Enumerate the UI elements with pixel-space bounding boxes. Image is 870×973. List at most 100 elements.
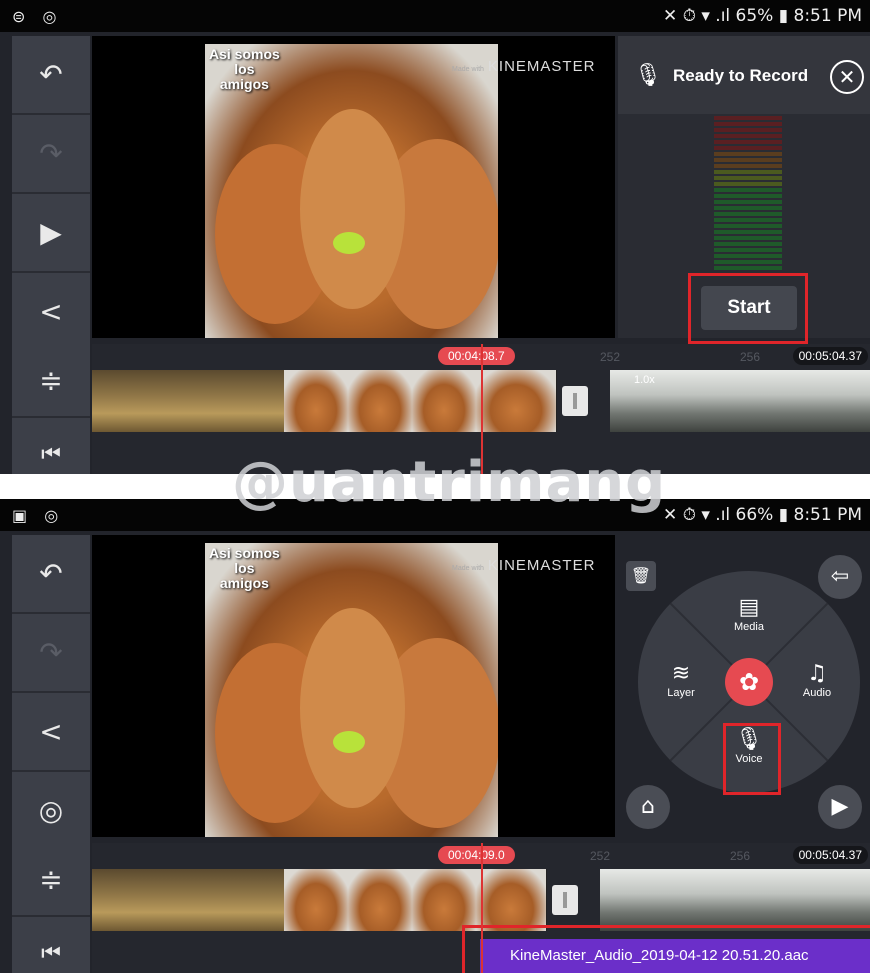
caption-overlay[interactable]: Asi somos los amigos [209, 47, 280, 92]
voice-recorder-panel: 🎙 Ready to Record ✕ Start [618, 36, 870, 344]
clip-thumbnail[interactable] [284, 370, 349, 432]
record-camera-button[interactable]: ✿ [725, 658, 773, 706]
layer-label: Layer [667, 687, 695, 699]
recorder-header: 🎙 Ready to Record ✕ [618, 36, 870, 114]
settings-button[interactable]: ◎ [12, 772, 90, 851]
clip-thumbnail[interactable] [720, 869, 821, 931]
playhead-timecode: 00:04:09.0 [438, 846, 515, 864]
play-button[interactable]: ▶ [12, 194, 90, 273]
timeline-tools: ≑ ⏮ [12, 344, 90, 474]
ruler-tick: 256 [730, 849, 751, 863]
caption-overlay[interactable]: Asi somos los amigos [209, 546, 280, 591]
share-icon: < [39, 715, 63, 748]
media-label: Media [734, 621, 764, 633]
jump-to-start-button[interactable]: ⏮ [12, 418, 90, 474]
watermark-text: KINEMASTER [487, 58, 596, 75]
clip-thumbnail[interactable] [820, 869, 870, 931]
watermark-text: KINEMASTER [487, 557, 596, 574]
video-preview[interactable]: Asi somos los amigos Made with KINEMASTER [92, 36, 615, 338]
audio-button[interactable]: ♫ Audio [792, 661, 842, 699]
exit-button[interactable]: ⇦ [818, 555, 862, 599]
settings-icon: ◎ [38, 794, 64, 827]
watermark-small: Made with [452, 565, 484, 572]
layer-button[interactable]: ≋ Layer [656, 661, 706, 699]
recorder-title: Ready to Record [673, 66, 809, 85]
clip-thumbnail[interactable] [156, 370, 221, 432]
clip-thumbnail[interactable] [348, 370, 413, 432]
ruler-tick: 256 [740, 350, 761, 364]
store-icon: ⌂ [641, 794, 655, 819]
undo-button[interactable]: ↶ [12, 535, 90, 614]
start-highlight [688, 273, 808, 344]
layer-icon: ≋ [671, 661, 691, 686]
left-toolbar: ↶ ↷ < ◎ [12, 535, 90, 851]
clip-thumbnail[interactable] [720, 370, 821, 432]
playhead-timecode: 00:04:08.7 [438, 347, 515, 365]
play-icon: ▶ [40, 216, 62, 249]
jump-to-start-button[interactable]: ⏮ [12, 917, 90, 973]
asset-store-button[interactable]: ⌂ [626, 785, 670, 829]
expand-icon: ≑ [39, 363, 63, 397]
share-icon: < [39, 295, 63, 328]
end-timecode: 00:05:04.37 [792, 846, 868, 864]
exit-icon: ⇦ [830, 564, 850, 589]
clip-thumbnail[interactable]: 1.0x [610, 370, 721, 432]
clip-thumbnail[interactable] [220, 370, 285, 432]
redo-button[interactable]: ↷ [12, 115, 90, 194]
undo-button[interactable]: ↶ [12, 36, 90, 115]
timeline-expand-button[interactable]: ≑ [12, 843, 90, 917]
timeline[interactable]: 00:04:09.0 252 256 00:05:04.37 KineMaste… [92, 843, 870, 973]
share-button[interactable]: < [12, 273, 90, 352]
audio-label: Audio [802, 687, 832, 699]
expand-icon: ≑ [39, 862, 63, 896]
level-meter [714, 116, 782, 278]
transition-button[interactable] [562, 386, 588, 416]
clip-thumbnail[interactable] [220, 869, 285, 931]
clip-thumbnail[interactable] [92, 370, 157, 432]
play-icon: ▶ [831, 794, 849, 819]
ruler-tick: 252 [600, 350, 621, 364]
shutter-icon: ✿ [738, 668, 760, 696]
redo-icon: ↷ [39, 636, 63, 669]
clip-thumbnail[interactable] [600, 869, 721, 931]
preview-image: Asi somos los amigos [205, 543, 498, 837]
clip-thumbnail[interactable] [284, 869, 349, 931]
transition-button[interactable] [552, 885, 578, 915]
watermark-small: Made with [452, 66, 484, 73]
share-button[interactable]: < [12, 693, 90, 772]
trash-icon[interactable]: 🗑 [626, 561, 656, 591]
clip-thumbnail[interactable] [412, 370, 477, 432]
video-preview[interactable]: Asi somos los amigos Made with KINEMASTER [92, 535, 615, 837]
undo-icon: ↶ [39, 58, 63, 91]
clip-thumbnail[interactable] [476, 869, 547, 931]
left-toolbar: ↶ ↷ ▶ < [12, 36, 90, 352]
media-wheel-area: 🗑 ⇦ ▤ Media ≋ Layer ♫ Audio ✿ 🎙 Voice ⌂ [618, 535, 870, 837]
playhead[interactable] [481, 843, 483, 973]
clip-thumbnail[interactable] [92, 869, 157, 931]
clip-speed-label: 1.0x [634, 374, 655, 386]
timeline-expand-button[interactable]: ≑ [12, 344, 90, 418]
redo-icon: ↷ [39, 137, 63, 170]
clip-thumbnail[interactable] [156, 869, 221, 931]
clip-thumbnail[interactable] [348, 869, 413, 931]
audio-highlight [462, 925, 870, 973]
undo-icon: ↶ [39, 557, 63, 590]
status-right-info: ✕ ⏱ ▾ .ıl 66% ▮ 8:51 PM [663, 505, 862, 525]
status-left-icons: ⊜ ◎ [12, 7, 63, 26]
status-left-icons: ▣ ◎ [12, 506, 65, 525]
skip-back-icon: ⏮ [41, 441, 61, 467]
media-button[interactable]: ▤ Media [724, 595, 774, 633]
kinemaster-watermark: Made with KINEMASTER [452, 557, 595, 574]
clip-thumbnail[interactable] [412, 869, 477, 931]
music-note-icon: ♫ [807, 661, 827, 686]
clip-thumbnail[interactable] [820, 370, 870, 432]
redo-button[interactable]: ↷ [12, 614, 90, 693]
microphone-icon: 🎙 [634, 62, 662, 87]
site-watermark: @uantrimang [232, 450, 667, 515]
clip-thumbnail[interactable] [476, 370, 557, 432]
editor-record-panel: ⊜ ◎ ✕ ⏱ ▾ .ıl 65% ▮ 8:51 PM ↶ ↷ ▶ < Asi … [0, 0, 870, 474]
close-button[interactable]: ✕ [830, 60, 864, 94]
skip-back-icon: ⏮ [41, 940, 61, 966]
play-button[interactable]: ▶ [818, 785, 862, 829]
status-right-info: ✕ ⏱ ▾ .ıl 65% ▮ 8:51 PM [663, 6, 862, 26]
